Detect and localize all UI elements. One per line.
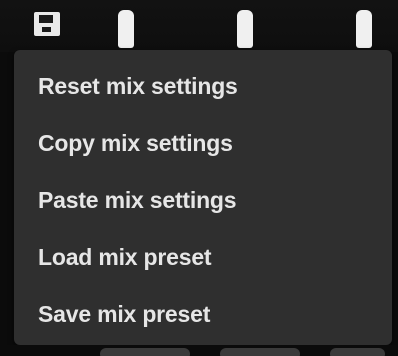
footer-control-3[interactable] [330, 348, 385, 356]
menu-item-load-mix-preset[interactable]: Load mix preset [14, 232, 392, 289]
save-icon[interactable] [34, 12, 60, 36]
fader-cap-1[interactable] [118, 10, 134, 48]
fader-cap-2[interactable] [237, 10, 253, 48]
mix-context-menu: Reset mix settings Copy mix settings Pas… [14, 50, 392, 345]
menu-item-reset-mix-settings[interactable]: Reset mix settings [14, 61, 392, 118]
menu-item-save-mix-preset[interactable]: Save mix preset [14, 289, 392, 346]
mixer-window: Reset mix settings Copy mix settings Pas… [0, 0, 398, 356]
menu-item-paste-mix-settings[interactable]: Paste mix settings [14, 175, 392, 232]
channel-header-strip [0, 0, 398, 52]
footer-control-1[interactable] [100, 348, 190, 356]
menu-item-copy-mix-settings[interactable]: Copy mix settings [14, 118, 392, 175]
fader-cap-3[interactable] [356, 10, 372, 48]
footer-control-2[interactable] [220, 348, 300, 356]
channel-footer-strip [0, 345, 398, 356]
